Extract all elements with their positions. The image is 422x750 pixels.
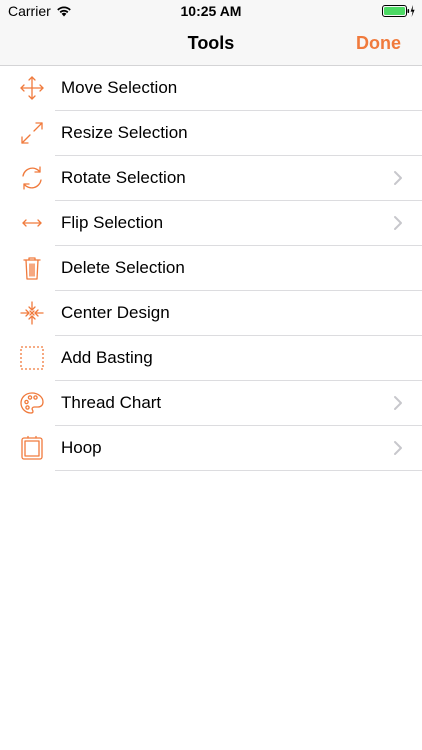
- palette-icon: [19, 390, 45, 416]
- chevron-right-icon: [394, 216, 402, 230]
- hoop-icon: [19, 435, 45, 461]
- list-item-label: Resize Selection: [61, 123, 188, 142]
- center-icon: [19, 300, 45, 326]
- list-item-label: Thread Chart: [61, 393, 162, 412]
- list-item-label: Delete Selection: [61, 258, 185, 277]
- navigation-bar: Tools Done: [0, 22, 422, 66]
- list-item-rotate-selection[interactable]: Rotate Selection: [0, 156, 422, 201]
- battery-icon: [382, 4, 416, 18]
- status-bar: Carrier 10:25 AM: [0, 0, 422, 22]
- rotate-icon: [19, 165, 45, 191]
- list-item-move-selection[interactable]: Move Selection: [0, 66, 422, 111]
- flip-icon: [19, 210, 45, 236]
- basting-icon: [19, 345, 45, 371]
- list-item-label: Rotate Selection: [61, 168, 186, 187]
- list-item-label: Flip Selection: [61, 213, 164, 232]
- list-item-thread-chart[interactable]: Thread Chart: [0, 381, 422, 426]
- status-time: 10:25 AM: [180, 3, 242, 19]
- list-item-label: Hoop: [61, 438, 102, 457]
- list-item-add-basting[interactable]: Add Basting: [0, 336, 422, 381]
- list-item-center-design[interactable]: Center Design: [0, 291, 422, 336]
- tools-list: Move Selection Resize Selection Rotate S…: [0, 66, 422, 471]
- list-item-label: Center Design: [61, 303, 170, 322]
- resize-icon: [19, 120, 45, 146]
- list-item-label: Move Selection: [61, 78, 178, 97]
- done-button[interactable]: Done: [356, 33, 401, 54]
- list-item-hoop[interactable]: Hoop: [0, 426, 422, 471]
- move-icon: [19, 75, 45, 101]
- list-item-delete-selection[interactable]: Delete Selection: [0, 246, 422, 291]
- list-item-label: Add Basting: [61, 348, 153, 367]
- chevron-right-icon: [394, 396, 402, 410]
- chevron-right-icon: [394, 441, 402, 455]
- chevron-right-icon: [394, 171, 402, 185]
- trash-icon: [19, 255, 45, 281]
- list-item-flip-selection[interactable]: Flip Selection: [0, 201, 422, 246]
- list-item-resize-selection[interactable]: Resize Selection: [0, 111, 422, 156]
